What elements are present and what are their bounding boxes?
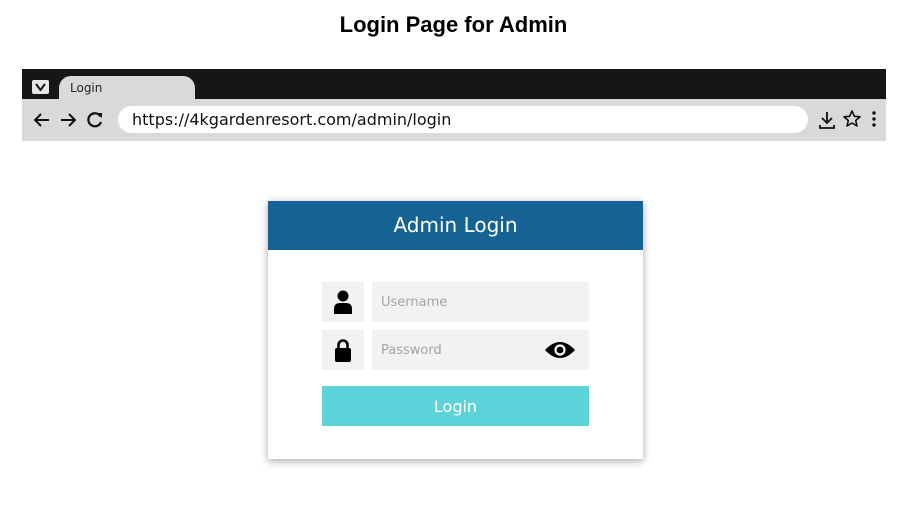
login-button[interactable]: Login bbox=[322, 386, 589, 426]
page-title: Login Page for Admin bbox=[339, 12, 568, 37]
star-icon[interactable] bbox=[842, 109, 862, 129]
login-card-header: Admin Login bbox=[268, 201, 643, 250]
address-bar[interactable]: https://4kgardenresort.com/admin/login bbox=[118, 106, 808, 133]
password-icon-box bbox=[322, 330, 364, 370]
username-icon-box bbox=[322, 282, 364, 322]
browser-tab[interactable]: Login bbox=[59, 76, 195, 99]
tab-menu-button[interactable] bbox=[32, 80, 49, 94]
kebab-menu-icon[interactable] bbox=[867, 109, 881, 129]
browser-window: Login https://4kgardenresort.com/admin/l… bbox=[22, 69, 886, 141]
forward-arrow-icon[interactable] bbox=[58, 110, 78, 130]
login-card: Admin Login Login bbox=[268, 201, 643, 459]
lock-icon bbox=[335, 339, 351, 362]
username-input[interactable] bbox=[372, 282, 589, 322]
download-icon[interactable] bbox=[817, 110, 837, 130]
chevron-down-icon bbox=[35, 83, 46, 91]
tab-bar: Login bbox=[22, 69, 886, 99]
browser-toolbar: https://4kgardenresort.com/admin/login bbox=[22, 99, 886, 141]
back-arrow-icon[interactable] bbox=[32, 110, 52, 130]
user-icon bbox=[334, 290, 352, 314]
reload-icon[interactable] bbox=[85, 110, 105, 130]
eye-icon[interactable] bbox=[544, 340, 576, 360]
